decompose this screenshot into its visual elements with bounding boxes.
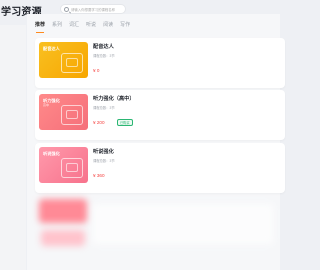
course-meta: 课程总数：3节 [93,159,115,163]
film-icon [61,53,83,73]
course-title[interactable]: 听力强化（高中） [93,95,135,102]
cover-label: 配音达人 [43,46,60,51]
blurred-card-bg [93,204,273,244]
course-card[interactable]: 配音达人 配音达人 课程总数：3节 ¥ 0 [35,38,285,88]
cover-sub: 高中 [43,103,50,107]
blurred-course-cover [41,230,85,246]
tab-vocabulary[interactable]: 词汇 [69,21,79,31]
course-meta: 课程总数：3节 [93,106,115,110]
course-title[interactable]: 配音达人 [93,43,114,50]
tab-series[interactable]: 系列 [52,21,62,31]
tab-writing[interactable]: 写作 [120,21,130,31]
course-cover[interactable]: 听说强化 [39,147,88,183]
radio-icon [61,105,83,125]
search-icon [64,7,69,12]
tab-reading[interactable]: 阅读 [103,21,113,31]
course-card[interactable]: 听说强化 听说强化 课程总数：3节 ¥ 360 [35,143,285,193]
tab-recommended[interactable]: 推荐 [35,21,45,33]
course-title[interactable]: 听说强化 [93,148,114,155]
course-price: ¥ 0 [93,68,100,73]
blurred-course-cover [39,199,87,223]
search-box[interactable] [60,4,126,14]
search-input[interactable] [71,6,125,14]
main-content: 推荐 系列 词汇 听说 阅读 写作 配音达人 配音达人 课程总数：3节 ¥ 0 … [27,14,285,270]
course-meta: 课程总数：3节 [93,54,115,58]
course-price: ¥ 200 [93,120,105,125]
course-cover[interactable]: 听力强化 高中 [39,94,88,130]
cover-label: 听说强化 [43,151,60,156]
sidebar [0,25,26,270]
course-card[interactable]: 听力强化 高中 听力强化（高中） 课程总数：3节 ¥ 200 已购买 [35,90,285,140]
phone-icon [61,158,83,178]
tab-listening-speaking[interactable]: 听说 [86,21,96,31]
purchased-badge: 已购买 [117,119,133,127]
course-price: ¥ 360 [93,173,105,178]
category-tabs: 推荐 系列 词汇 听说 阅读 写作 [35,21,130,33]
course-cover[interactable]: 配音达人 [39,42,88,78]
